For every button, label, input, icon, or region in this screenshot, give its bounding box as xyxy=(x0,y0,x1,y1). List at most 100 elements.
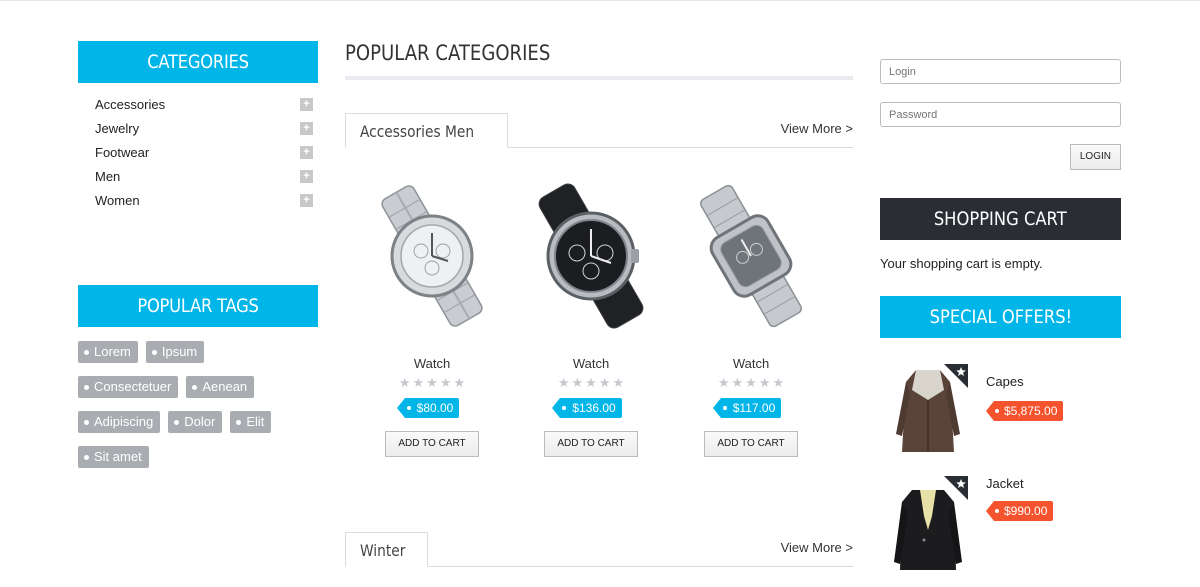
offer-item: Jacket $990.00 xyxy=(880,476,1121,587)
tab-winter[interactable]: Winter xyxy=(345,532,428,567)
star-icon: ★ xyxy=(398,375,411,390)
category-item-footwear[interactable]: Footwear + xyxy=(95,140,318,164)
category-item-accessories[interactable]: Accessories + xyxy=(95,92,318,116)
tag-label: Consectetuer xyxy=(94,379,172,394)
category-item-women[interactable]: Women + xyxy=(95,188,318,212)
categories-title: CATEGORIES xyxy=(94,41,302,83)
left-sidebar: CATEGORIES Accessories + Jewelry + Footw… xyxy=(78,41,318,481)
login-button[interactable]: LOGIN xyxy=(1069,144,1121,170)
product-name[interactable]: Watch xyxy=(671,356,831,372)
tag-label: Ipsum xyxy=(161,344,198,359)
tag-ipsum[interactable]: Ipsum xyxy=(145,341,205,363)
tag-consectetuer[interactable]: Consectetuer xyxy=(78,376,179,398)
star-icon: ★ xyxy=(426,375,438,390)
price-tag: $117.00 xyxy=(712,398,782,418)
star-icon: ★ xyxy=(439,375,452,390)
page-title: POPULAR CATEGORIES xyxy=(345,41,551,65)
shopping-cart-header: SHOPPING CART xyxy=(880,198,1121,240)
star-icon: ★ xyxy=(745,375,757,390)
winter-section: Winter View More > xyxy=(345,532,853,567)
price-tag-wrap: $80.00 xyxy=(352,398,512,420)
star-icon: ★ xyxy=(612,375,625,390)
product-card: Watch ★ ★ ★ ★ ★ $80.00 ADD TO CART xyxy=(352,148,512,457)
product-grid: Watch ★ ★ ★ ★ ★ $80.00 ADD TO CART Watch… xyxy=(345,148,853,538)
view-more-link[interactable]: View More > xyxy=(781,540,853,555)
tag-label: Elit xyxy=(246,414,265,429)
silver-watch-image[interactable] xyxy=(352,176,512,336)
star-icon: ★ xyxy=(598,375,611,390)
login-input[interactable] xyxy=(880,59,1121,84)
category-list: Accessories + Jewelry + Footwear + Men +… xyxy=(78,83,318,285)
star-icon: ★ xyxy=(557,375,570,390)
black-watch-image[interactable] xyxy=(511,176,671,336)
cart-status-text: Your shopping cart is empty. xyxy=(880,256,1043,271)
offer-price-tag: $5,875.00 xyxy=(985,401,1064,421)
category-label: Accessories xyxy=(95,96,166,112)
star-icon: ★ xyxy=(772,375,785,390)
plus-icon[interactable]: + xyxy=(300,121,313,135)
main-content: POPULAR CATEGORIES Accessories Men View … xyxy=(345,38,853,538)
tag-adipiscing[interactable]: Adipiscing xyxy=(78,411,161,433)
star-icon: ★ xyxy=(571,375,584,390)
tag-lorem[interactable]: Lorem xyxy=(78,341,138,363)
category-label: Jewelry xyxy=(95,120,140,136)
bullet-icon xyxy=(174,419,180,425)
product-card: Watch ★ ★ ★ ★ ★ $136.00 ADD TO CART xyxy=(511,148,671,457)
bullet-icon xyxy=(84,454,89,460)
view-more-link[interactable]: View More > xyxy=(781,121,853,136)
tag-label: Aenean xyxy=(202,379,248,394)
tag-aenean[interactable]: Aenean xyxy=(186,376,255,398)
categories-header: CATEGORIES xyxy=(78,41,318,83)
star-icon: ★ xyxy=(717,375,730,390)
tag-sit-amet[interactable]: Sit amet xyxy=(78,446,149,468)
tag-elit[interactable]: Elit xyxy=(230,411,272,433)
tag-label: Dolor xyxy=(184,414,216,429)
product-name[interactable]: Watch xyxy=(511,356,671,372)
star-icon: ★ xyxy=(412,375,425,390)
product-name[interactable]: Watch xyxy=(352,356,512,372)
plus-icon[interactable]: + xyxy=(300,145,313,159)
bullet-icon xyxy=(236,419,242,425)
category-label: Women xyxy=(95,192,140,208)
tab-bar-winter: Winter View More > xyxy=(345,532,853,567)
star-icon xyxy=(944,364,968,388)
tag-cloud: Lorem Ipsum Consectetuer Aenean Adipisci… xyxy=(78,327,318,481)
tag-label: Sit amet xyxy=(94,449,142,464)
rating-stars: ★ ★ ★ ★ ★ xyxy=(511,376,671,390)
add-to-cart-button[interactable]: ADD TO CART xyxy=(544,431,638,457)
tab-bar-accessories-men: Accessories Men View More > xyxy=(345,113,853,148)
right-sidebar: LOGIN SHOPPING CART Your shopping cart i… xyxy=(880,59,1121,587)
star-icon: ★ xyxy=(453,375,466,390)
shopping-cart-title: SHOPPING CART xyxy=(934,208,1067,230)
price-tag: $136.00 xyxy=(552,398,622,418)
tab-accessories-men[interactable]: Accessories Men xyxy=(345,113,508,148)
popular-tags-title: POPULAR TAGS xyxy=(94,285,302,327)
category-label: Men xyxy=(95,168,121,184)
plus-icon[interactable]: + xyxy=(300,97,313,111)
star-icon: ★ xyxy=(585,375,597,390)
offer-price-tag: $990.00 xyxy=(985,501,1054,521)
price-tag-wrap: $136.00 xyxy=(511,398,671,420)
price-tag: $80.00 xyxy=(396,398,460,418)
star-icon: ★ xyxy=(758,375,771,390)
category-item-men[interactable]: Men + xyxy=(95,164,318,188)
category-item-jewelry[interactable]: Jewelry + xyxy=(95,116,318,140)
plus-icon[interactable]: + xyxy=(300,169,313,183)
price-tag-wrap: $117.00 xyxy=(671,398,831,420)
bullet-icon xyxy=(84,384,89,390)
star-icon: ★ xyxy=(731,375,744,390)
offer-name[interactable]: Capes xyxy=(986,374,1024,389)
add-to-cart-button[interactable]: ADD TO CART xyxy=(704,431,798,457)
tag-dolor[interactable]: Dolor xyxy=(168,411,223,433)
special-offers-title: SPECIAL OFFERS! xyxy=(929,306,1072,328)
add-to-cart-button[interactable]: ADD TO CART xyxy=(385,431,479,457)
top-divider xyxy=(0,0,1200,1)
bullet-icon xyxy=(151,349,157,355)
password-input[interactable] xyxy=(880,102,1121,127)
rating-stars: ★ ★ ★ ★ ★ xyxy=(671,376,831,390)
special-offers-header: SPECIAL OFFERS! xyxy=(880,296,1121,338)
square-silver-watch-image[interactable] xyxy=(671,176,831,336)
bullet-icon xyxy=(84,349,89,355)
offer-name[interactable]: Jacket xyxy=(986,476,1024,491)
plus-icon[interactable]: + xyxy=(300,193,313,207)
